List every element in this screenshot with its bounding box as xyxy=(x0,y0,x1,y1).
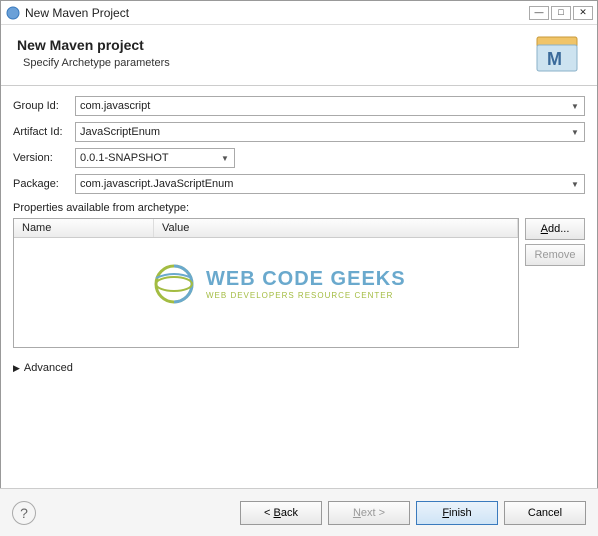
svg-text:M: M xyxy=(547,49,562,69)
form-area: Group Id: com.javascript ▼ Artifact Id: … xyxy=(1,86,597,384)
chevron-down-icon: ▼ xyxy=(568,177,582,191)
column-value[interactable]: Value xyxy=(154,219,518,237)
chevron-down-icon: ▼ xyxy=(568,99,582,113)
close-button[interactable]: ✕ xyxy=(573,6,593,20)
version-label: Version: xyxy=(13,152,75,164)
finish-button[interactable]: Finish xyxy=(416,501,498,525)
properties-table[interactable]: Name Value xyxy=(13,218,519,348)
window-title: New Maven Project xyxy=(25,6,529,20)
artifact-id-value: JavaScriptEnum xyxy=(80,126,160,138)
back-button[interactable]: < Back xyxy=(240,501,322,525)
help-icon[interactable]: ? xyxy=(12,501,36,525)
cancel-button[interactable]: Cancel xyxy=(504,501,586,525)
page-title: New Maven project xyxy=(17,37,581,53)
column-name[interactable]: Name xyxy=(14,219,154,237)
page-subtitle: Specify Archetype parameters xyxy=(23,57,581,69)
next-button[interactable]: Next > xyxy=(328,501,410,525)
titlebar: New Maven Project — □ ✕ xyxy=(1,1,597,25)
wizard-footer: ? < Back Next > Finish Cancel xyxy=(0,488,598,536)
version-field[interactable]: 0.0.1-SNAPSHOT ▼ xyxy=(75,148,235,168)
group-id-field[interactable]: com.javascript ▼ xyxy=(75,96,585,116)
package-field[interactable]: com.javascript.JavaScriptEnum ▼ xyxy=(75,174,585,194)
wizard-header: New Maven project Specify Archetype para… xyxy=(1,25,597,86)
group-id-value: com.javascript xyxy=(80,100,150,112)
remove-button[interactable]: Remove xyxy=(525,244,585,266)
advanced-label: Advanced xyxy=(24,362,73,374)
package-label: Package: xyxy=(13,178,75,190)
version-value: 0.0.1-SNAPSHOT xyxy=(80,152,169,164)
chevron-down-icon: ▼ xyxy=(568,125,582,139)
package-value: com.javascript.JavaScriptEnum xyxy=(80,178,233,190)
minimize-button[interactable]: — xyxy=(529,6,549,20)
maximize-button[interactable]: □ xyxy=(551,6,571,20)
artifact-id-label: Artifact Id: xyxy=(13,126,75,138)
advanced-toggle[interactable]: ▶ Advanced xyxy=(13,362,585,374)
triangle-right-icon: ▶ xyxy=(13,363,20,374)
app-icon xyxy=(5,5,21,21)
add-button[interactable]: Add... xyxy=(525,218,585,240)
group-id-label: Group Id: xyxy=(13,100,75,112)
properties-label: Properties available from archetype: xyxy=(13,202,585,214)
artifact-id-field[interactable]: JavaScriptEnum ▼ xyxy=(75,122,585,142)
chevron-down-icon: ▼ xyxy=(218,151,232,165)
maven-banner-icon: M xyxy=(533,35,581,75)
